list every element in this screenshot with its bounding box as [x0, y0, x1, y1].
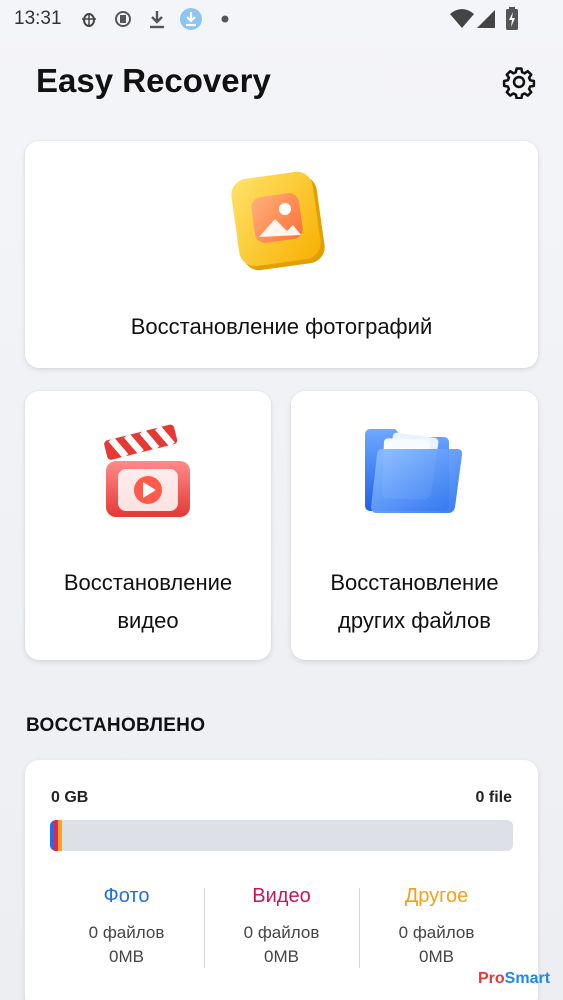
storage-size: 0 GB	[51, 789, 89, 806]
signal-icon	[476, 8, 496, 30]
download-icon	[148, 8, 166, 30]
status-time: 13:31	[14, 8, 62, 29]
screen: 13:31 Easy Recovery Восстановление фотог…	[0, 0, 563, 1000]
watermark-smart: Smart	[504, 970, 551, 987]
photo-icon	[231, 171, 331, 278]
sync-icon	[112, 8, 134, 30]
video-recovery-label-line2: видео	[117, 608, 179, 633]
video-clapper-icon	[100, 421, 196, 526]
stat-video-count: 0 файлов	[243, 923, 320, 942]
folder-icon	[363, 425, 467, 522]
other-files-recovery-label-line2: других файлов	[338, 608, 491, 633]
photo-recovery-card[interactable]: Восстановление фотографий	[25, 141, 538, 368]
other-files-recovery-label-line1: Восстановление	[330, 570, 499, 595]
stat-video-size: 0MB	[264, 947, 299, 966]
photo-recovery-label: Восстановление фотографий	[130, 314, 433, 339]
stat-video-title: Видео	[252, 885, 311, 907]
video-recovery-card[interactable]: Восстановление видео	[25, 391, 271, 660]
stat-photo[interactable]: Фото 0 файлов 0MB	[49, 885, 204, 967]
gear-icon	[502, 67, 536, 99]
stat-photo-title: Фото	[103, 885, 150, 907]
recovered-section-title: ВОССТАНОВЛЕНО	[26, 715, 206, 736]
app-download-icon	[178, 8, 204, 30]
app-title: Easy Recovery	[36, 62, 271, 99]
stat-photo-size: 0MB	[109, 947, 144, 966]
stat-other-size: 0MB	[419, 947, 454, 966]
wifi-icon	[450, 8, 474, 30]
stat-other-count: 0 файлов	[398, 923, 475, 942]
battery-icon	[505, 7, 519, 30]
other-files-recovery-card[interactable]: Восстановление других файлов	[291, 391, 538, 660]
video-recovery-label-line1: Восстановление	[63, 570, 233, 595]
stat-photo-count: 0 файлов	[88, 923, 165, 942]
settings-button[interactable]	[500, 63, 538, 101]
watermark-logo: ProSmart	[478, 970, 550, 988]
watermark-pro: Pro	[478, 970, 505, 987]
usage-bar-segment	[58, 820, 63, 851]
recovered-stats-card: 0 GB 0 file Фото 0 файлов 0MB Видео 0 фа…	[25, 760, 538, 1000]
stat-other[interactable]: Другое 0 файлов 0MB	[359, 885, 514, 967]
usage-bar	[50, 820, 513, 851]
dot-icon	[221, 8, 229, 30]
file-count: 0 file	[475, 789, 512, 806]
stat-other-title: Другое	[404, 885, 469, 907]
bug-icon	[80, 8, 98, 30]
stat-video[interactable]: Видео 0 файлов 0MB	[204, 885, 359, 967]
status-bar: 13:31	[0, 0, 563, 38]
